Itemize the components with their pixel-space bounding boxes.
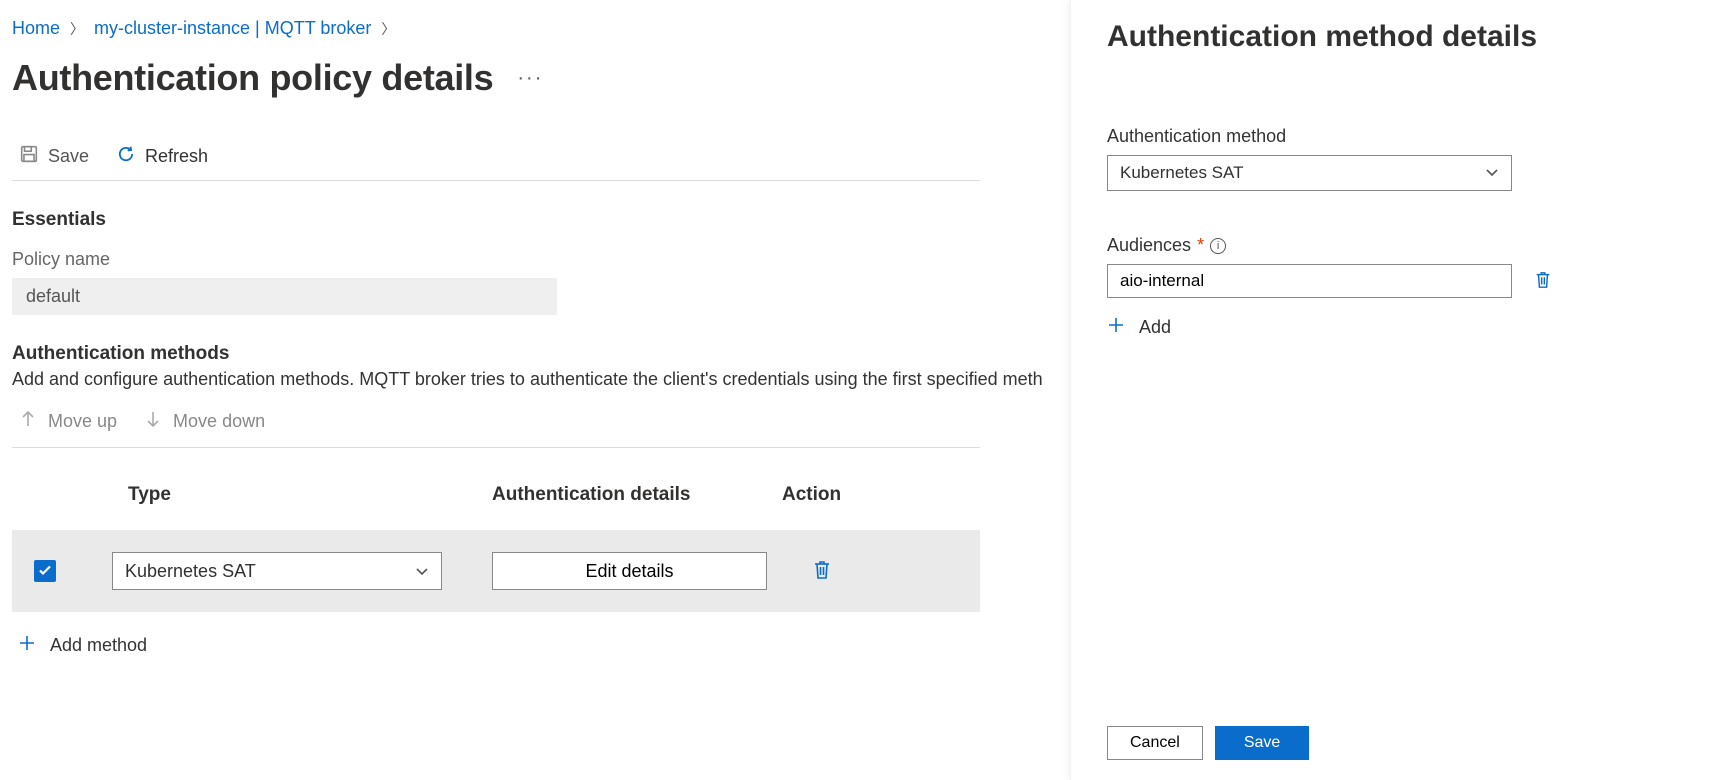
policy-name-value: default: [12, 278, 557, 315]
auth-methods-heading: Authentication methods: [12, 343, 1070, 365]
more-actions-icon[interactable]: ···: [517, 67, 543, 90]
delete-row-button[interactable]: [812, 568, 832, 584]
move-down-label: Move down: [173, 411, 265, 432]
col-type: Type: [112, 484, 492, 506]
method-label: Authentication method: [1107, 126, 1690, 147]
add-method-button[interactable]: Add method: [12, 634, 1070, 657]
breadcrumb-cluster[interactable]: my-cluster-instance | MQTT broker: [94, 18, 371, 39]
essentials-heading: Essentials: [12, 209, 1070, 231]
refresh-label: Refresh: [145, 146, 208, 167]
panel-title: Authentication method details: [1107, 20, 1690, 54]
chevron-right-icon: 〉: [70, 19, 84, 39]
save-button[interactable]: Save: [20, 145, 89, 168]
command-bar: Save Refresh: [12, 139, 980, 181]
plus-icon: [18, 634, 36, 657]
arrow-up-icon: [20, 410, 36, 433]
policy-name-label: Policy name: [12, 249, 1070, 270]
save-label: Save: [48, 146, 89, 167]
edit-details-button[interactable]: Edit details: [492, 552, 767, 590]
move-up-label: Move up: [48, 411, 117, 432]
page-title: Authentication policy details: [12, 57, 493, 99]
details-panel: Authentication method details Authentica…: [1070, 0, 1730, 780]
cancel-button[interactable]: Cancel: [1107, 726, 1203, 760]
row-checkbox[interactable]: [34, 560, 56, 582]
col-action: Action: [782, 484, 980, 506]
save-icon: [20, 145, 38, 168]
breadcrumb-home[interactable]: Home: [12, 18, 60, 39]
trash-icon: [812, 568, 832, 584]
add-audience-label: Add: [1139, 317, 1171, 338]
save-button[interactable]: Save: [1215, 726, 1309, 760]
check-icon: [38, 563, 52, 580]
move-down-button[interactable]: Move down: [145, 410, 265, 433]
chevron-down-icon: [415, 561, 429, 582]
add-audience-button[interactable]: Add: [1107, 316, 1690, 339]
type-select[interactable]: Kubernetes SAT: [112, 552, 442, 590]
add-method-label: Add method: [50, 635, 147, 656]
chevron-down-icon: [1485, 163, 1499, 183]
col-details: Authentication details: [492, 484, 782, 506]
delete-audience-button[interactable]: [1534, 270, 1552, 293]
plus-icon: [1107, 316, 1125, 339]
table-row: Kubernetes SAT Edit details: [12, 530, 980, 612]
audiences-label: Audiences: [1107, 235, 1191, 256]
breadcrumb: Home 〉 my-cluster-instance | MQTT broker…: [12, 18, 1070, 39]
method-select-value: Kubernetes SAT: [1120, 163, 1243, 183]
auth-methods-description: Add and configure authentication methods…: [12, 369, 1070, 390]
info-icon[interactable]: i: [1210, 238, 1226, 254]
trash-icon: [1534, 277, 1552, 293]
type-select-value: Kubernetes SAT: [125, 561, 256, 582]
chevron-right-icon: 〉: [381, 19, 395, 39]
move-up-button[interactable]: Move up: [20, 410, 117, 433]
arrow-down-icon: [145, 410, 161, 433]
method-select[interactable]: Kubernetes SAT: [1107, 155, 1512, 191]
required-asterisk: *: [1197, 235, 1204, 256]
refresh-icon: [117, 145, 135, 168]
audience-input[interactable]: [1107, 264, 1512, 298]
refresh-button[interactable]: Refresh: [117, 145, 208, 168]
